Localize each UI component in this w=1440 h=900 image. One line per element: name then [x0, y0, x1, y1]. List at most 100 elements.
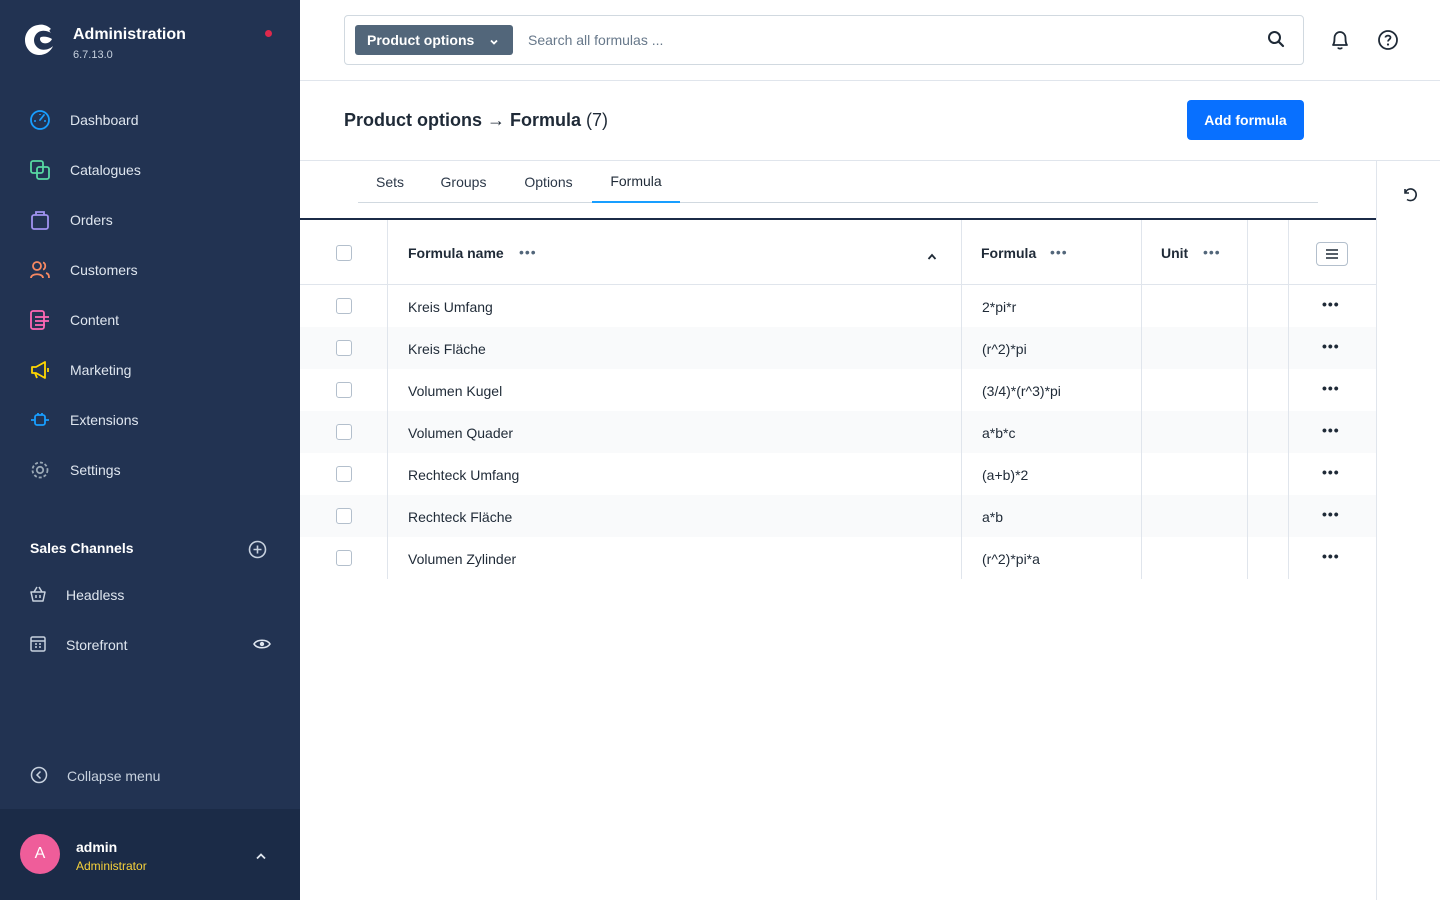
column-divider: [1141, 453, 1142, 495]
nav-item-settings[interactable]: Settings: [0, 445, 300, 495]
table-row[interactable]: Volumen Quader a*b*c •••: [300, 411, 1376, 453]
sales-channel-label: Storefront: [66, 637, 128, 653]
column-divider: [387, 327, 388, 369]
nav-item-label: Extensions: [70, 412, 139, 428]
refresh-icon[interactable]: [1401, 185, 1419, 206]
column-divider: [1288, 411, 1289, 453]
column-divider: [1288, 537, 1289, 579]
column-formula-menu-icon[interactable]: •••: [1050, 244, 1068, 260]
column-divider: [1141, 411, 1142, 453]
nav-item-customers[interactable]: Customers: [0, 245, 300, 295]
table-row[interactable]: Kreis Umfang 2*pi*r •••: [300, 285, 1376, 327]
right-sidebar: [1376, 161, 1440, 900]
tab-formula[interactable]: Formula: [592, 161, 680, 203]
cell-formula-name[interactable]: Kreis Umfang: [408, 299, 493, 315]
grid-settings-button[interactable]: [1316, 242, 1348, 266]
row-checkbox[interactable]: [336, 508, 352, 524]
column-header-formula[interactable]: Formula: [981, 245, 1036, 261]
megaphone-icon: [29, 359, 51, 381]
row-actions-icon[interactable]: •••: [1322, 548, 1340, 564]
column-divider: [387, 411, 388, 453]
nav-item-label: Customers: [70, 262, 138, 278]
sales-channel-headless[interactable]: Headless: [0, 570, 300, 620]
add-sales-channel-icon[interactable]: [248, 540, 267, 559]
table-row[interactable]: Volumen Kugel (3/4)*(r^3)*pi •••: [300, 369, 1376, 411]
row-checkbox[interactable]: [336, 298, 352, 314]
column-name-menu-icon[interactable]: •••: [519, 244, 537, 260]
help-icon[interactable]: [1377, 29, 1399, 54]
column-divider: [961, 453, 962, 495]
row-checkbox[interactable]: [336, 382, 352, 398]
column-divider: [387, 495, 388, 537]
column-divider: [961, 327, 962, 369]
row-actions-icon[interactable]: •••: [1322, 296, 1340, 312]
add-formula-button[interactable]: Add formula: [1187, 100, 1304, 140]
table-row[interactable]: Kreis Fläche (r^2)*pi •••: [300, 327, 1376, 369]
cell-formula-name[interactable]: Volumen Zylinder: [408, 551, 516, 567]
nav-item-extensions[interactable]: Extensions: [0, 395, 300, 445]
sales-channel-storefront[interactable]: Storefront: [0, 620, 300, 670]
select-all-checkbox[interactable]: [336, 245, 352, 261]
cell-formula: (a+b)*2: [982, 467, 1029, 483]
user-name: admin: [76, 839, 118, 855]
row-checkbox[interactable]: [336, 550, 352, 566]
column-header-name[interactable]: Formula name: [408, 245, 504, 261]
cell-formula: 2*pi*r: [982, 299, 1017, 315]
sort-asc-icon[interactable]: [927, 248, 937, 264]
chevron-up-icon[interactable]: [255, 847, 267, 863]
search-icon[interactable]: [1267, 30, 1285, 51]
row-actions-icon[interactable]: •••: [1322, 338, 1340, 354]
column-divider: [1288, 453, 1289, 495]
search-type-dropdown[interactable]: Product options: [355, 25, 513, 55]
row-actions-icon[interactable]: •••: [1322, 422, 1340, 438]
cell-formula-name[interactable]: Volumen Quader: [408, 425, 513, 441]
nav-item-marketing[interactable]: Marketing: [0, 345, 300, 395]
column-divider: [1288, 495, 1289, 537]
shopware-logo-icon: [25, 24, 53, 55]
user-panel[interactable]: A admin Administrator: [0, 809, 300, 900]
page-title-text: Product options → Formula: [344, 110, 581, 130]
nav-item-orders[interactable]: Orders: [0, 195, 300, 245]
column-divider: [961, 285, 962, 327]
column-divider: [1247, 537, 1248, 579]
collapse-menu-button[interactable]: Collapse menu: [0, 752, 300, 800]
column-divider: [1247, 220, 1248, 284]
row-actions-icon[interactable]: •••: [1322, 506, 1340, 522]
column-divider: [1247, 453, 1248, 495]
sales-channels-title: Sales Channels: [30, 540, 134, 556]
search-bar: Product options: [344, 15, 1304, 65]
tab-sets[interactable]: Sets: [358, 161, 422, 203]
search-input[interactable]: [528, 26, 1228, 54]
table-row[interactable]: Rechteck Fläche a*b •••: [300, 495, 1376, 537]
gear-icon: [29, 459, 51, 481]
app-title: Administration: [73, 26, 186, 43]
row-checkbox[interactable]: [336, 340, 352, 356]
nav-item-catalogues[interactable]: Catalogues: [0, 145, 300, 195]
column-header-unit[interactable]: Unit: [1161, 245, 1188, 261]
nav-item-dashboard[interactable]: Dashboard: [0, 95, 300, 145]
cell-formula-name[interactable]: Rechteck Umfang: [408, 467, 519, 483]
basket-icon: [29, 585, 47, 606]
row-actions-icon[interactable]: •••: [1322, 464, 1340, 480]
eye-icon[interactable]: [253, 637, 271, 653]
table-row[interactable]: Volumen Zylinder (r^2)*pi*a •••: [300, 537, 1376, 579]
tab-groups[interactable]: Groups: [422, 161, 505, 203]
row-actions-icon[interactable]: •••: [1322, 380, 1340, 396]
tab-options[interactable]: Options: [505, 161, 592, 203]
main-nav: Dashboard Catalogues Orders Customers Co…: [0, 95, 300, 495]
cell-formula-name[interactable]: Volumen Kugel: [408, 383, 502, 399]
column-unit-menu-icon[interactable]: •••: [1203, 244, 1221, 260]
cell-formula: (3/4)*(r^3)*pi: [982, 383, 1061, 399]
cell-formula-name[interactable]: Rechteck Fläche: [408, 509, 512, 525]
row-checkbox[interactable]: [336, 424, 352, 440]
app-version: 6.7.13.0: [73, 49, 113, 61]
bell-icon[interactable]: [1328, 28, 1352, 55]
collapse-menu-label: Collapse menu: [67, 768, 161, 784]
row-checkbox[interactable]: [336, 466, 352, 482]
column-divider: [1288, 220, 1289, 284]
table-row[interactable]: Rechteck Umfang (a+b)*2 •••: [300, 453, 1376, 495]
cell-formula-name[interactable]: Kreis Fläche: [408, 341, 486, 357]
storefront-icon: [29, 635, 47, 656]
nav-item-content[interactable]: Content: [0, 295, 300, 345]
column-divider: [961, 411, 962, 453]
